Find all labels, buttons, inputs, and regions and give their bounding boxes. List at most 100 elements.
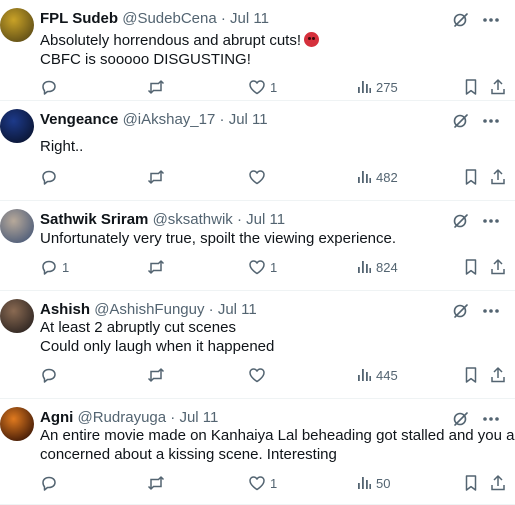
user-handle[interactable]: @SudebCena (122, 10, 216, 27)
tweet-header: Ashish @AshishFunguy · Jul 11 (40, 300, 257, 319)
reply-button[interactable] (40, 473, 62, 493)
more-icon[interactable] (481, 212, 501, 230)
avatar[interactable] (0, 109, 34, 143)
grok-icon[interactable] (451, 11, 471, 29)
user-handle[interactable]: @AshishFunguy (94, 301, 204, 318)
views-count: 445 (376, 367, 398, 383)
like-count: 1 (270, 79, 278, 95)
repost-icon (146, 366, 166, 384)
tweet-actions: 1 1 824 (40, 257, 515, 277)
tweet-date[interactable]: Jul 11 (179, 409, 218, 426)
tweet-actions: 445 (40, 365, 515, 385)
tweet-text-line: CBFC is sooooo DISGUSTING! (40, 50, 319, 69)
tweet-text-content: Could only laugh when it happened (40, 338, 275, 355)
tweet-text-content: Right.. (40, 138, 84, 155)
reply-button[interactable]: 1 (40, 257, 69, 277)
share-button[interactable] (489, 167, 507, 187)
grok-icon[interactable] (451, 112, 471, 130)
tweet-header: Sathwik Sriram @sksathwik · Jul 11 (40, 210, 285, 229)
avatar[interactable] (0, 209, 34, 243)
bookmark-button[interactable] (463, 473, 479, 493)
share-button[interactable] (489, 365, 507, 385)
reply-tweet[interactable]: Agni @Rudrayuga · Jul 11 An entire movie … (0, 399, 515, 505)
bookmark-button[interactable] (463, 77, 479, 97)
grok-icon[interactable] (451, 212, 471, 230)
views-button[interactable]: 824 (356, 257, 398, 277)
tweet-text: At least 2 abruptly cut scenes Could only… (40, 318, 274, 356)
reply-icon (40, 258, 58, 276)
tweet-actions: 1 275 (40, 77, 515, 97)
grok-icon[interactable] (451, 302, 471, 320)
reply-icon (40, 168, 58, 186)
like-icon (248, 78, 266, 96)
tweet-actions: 1 50 (40, 473, 515, 493)
like-icon (248, 474, 266, 492)
bookmark-icon (463, 78, 479, 96)
avatar[interactable] (0, 299, 34, 333)
views-icon (356, 475, 372, 491)
separator-dot: · (170, 409, 176, 426)
more-icon[interactable] (481, 112, 501, 130)
display-name[interactable]: Sathwik Sriram (40, 211, 148, 228)
repost-button[interactable] (146, 257, 170, 277)
views-button[interactable]: 445 (356, 365, 398, 385)
bookmark-button[interactable] (463, 167, 479, 187)
repost-button[interactable] (146, 167, 170, 187)
like-button[interactable]: 1 (248, 473, 277, 493)
more-icon[interactable] (481, 302, 501, 320)
share-button[interactable] (489, 257, 507, 277)
tweet-date[interactable]: Jul 11 (229, 111, 268, 128)
reply-button[interactable] (40, 77, 62, 97)
like-button[interactable] (248, 365, 270, 385)
reply-tweet[interactable]: Vengeance @iAkshay_17 · Jul 11 Right.. 482 (0, 101, 515, 201)
repost-button[interactable] (146, 77, 170, 97)
repost-button[interactable] (146, 365, 170, 385)
display-name[interactable]: Ashish (40, 301, 90, 318)
reply-button[interactable] (40, 167, 62, 187)
bookmark-icon (463, 474, 479, 492)
separator-dot: · (220, 10, 226, 27)
tweet-text-content: concerned about a kissing scene. Interes… (40, 446, 337, 463)
repost-button[interactable] (146, 473, 170, 493)
views-icon (356, 259, 372, 275)
like-button[interactable]: 1 (248, 77, 277, 97)
tweet-date[interactable]: Jul 11 (218, 301, 257, 318)
user-handle[interactable]: @iAkshay_17 (123, 111, 216, 128)
avatar[interactable] (0, 8, 34, 42)
share-button[interactable] (489, 77, 507, 97)
bookmark-button[interactable] (463, 257, 479, 277)
display-name[interactable]: FPL Sudeb (40, 10, 118, 27)
reply-tweet[interactable]: Ashish @AshishFunguy · Jul 11 At least 2 … (0, 291, 515, 399)
user-handle[interactable]: @Rudrayuga (78, 409, 167, 426)
views-button[interactable]: 275 (356, 77, 398, 97)
bookmark-button[interactable] (463, 365, 479, 385)
like-icon (248, 366, 266, 384)
like-count: 1 (270, 475, 278, 491)
views-icon (356, 169, 372, 185)
tweet-header: Agni @Rudrayuga · Jul 11 (40, 408, 218, 427)
repost-icon (146, 78, 166, 96)
bookmark-icon (463, 168, 479, 186)
repost-icon (146, 474, 166, 492)
reply-tweet[interactable]: FPL Sudeb @SudebCena · Jul 11 Absolutely … (0, 0, 515, 101)
share-button[interactable] (489, 473, 507, 493)
tweet-text-content: Unfortunately very true, spoilt the view… (40, 230, 397, 247)
tweet-text: Right.. (40, 137, 83, 156)
like-button[interactable]: 1 (248, 257, 277, 277)
views-button[interactable]: 50 (356, 473, 390, 493)
views-button[interactable]: 482 (356, 167, 398, 187)
share-icon (489, 474, 507, 492)
tweet-date[interactable]: Jul 11 (230, 10, 269, 27)
more-icon[interactable] (481, 11, 501, 29)
like-button[interactable] (248, 167, 270, 187)
display-name[interactable]: Vengeance (40, 111, 118, 128)
tweet-date[interactable]: Jul 11 (246, 211, 285, 228)
repost-icon (146, 258, 166, 276)
avatar[interactable] (0, 407, 34, 441)
tweet-top-actions (451, 302, 501, 320)
user-handle[interactable]: @sksathwik (153, 211, 233, 228)
tweet-text-line: At least 2 abruptly cut scenes (40, 318, 274, 337)
reply-button[interactable] (40, 365, 62, 385)
reply-tweet[interactable]: Sathwik Sriram @sksathwik · Jul 11 Unfort… (0, 201, 515, 291)
display-name[interactable]: Agni (40, 409, 73, 426)
